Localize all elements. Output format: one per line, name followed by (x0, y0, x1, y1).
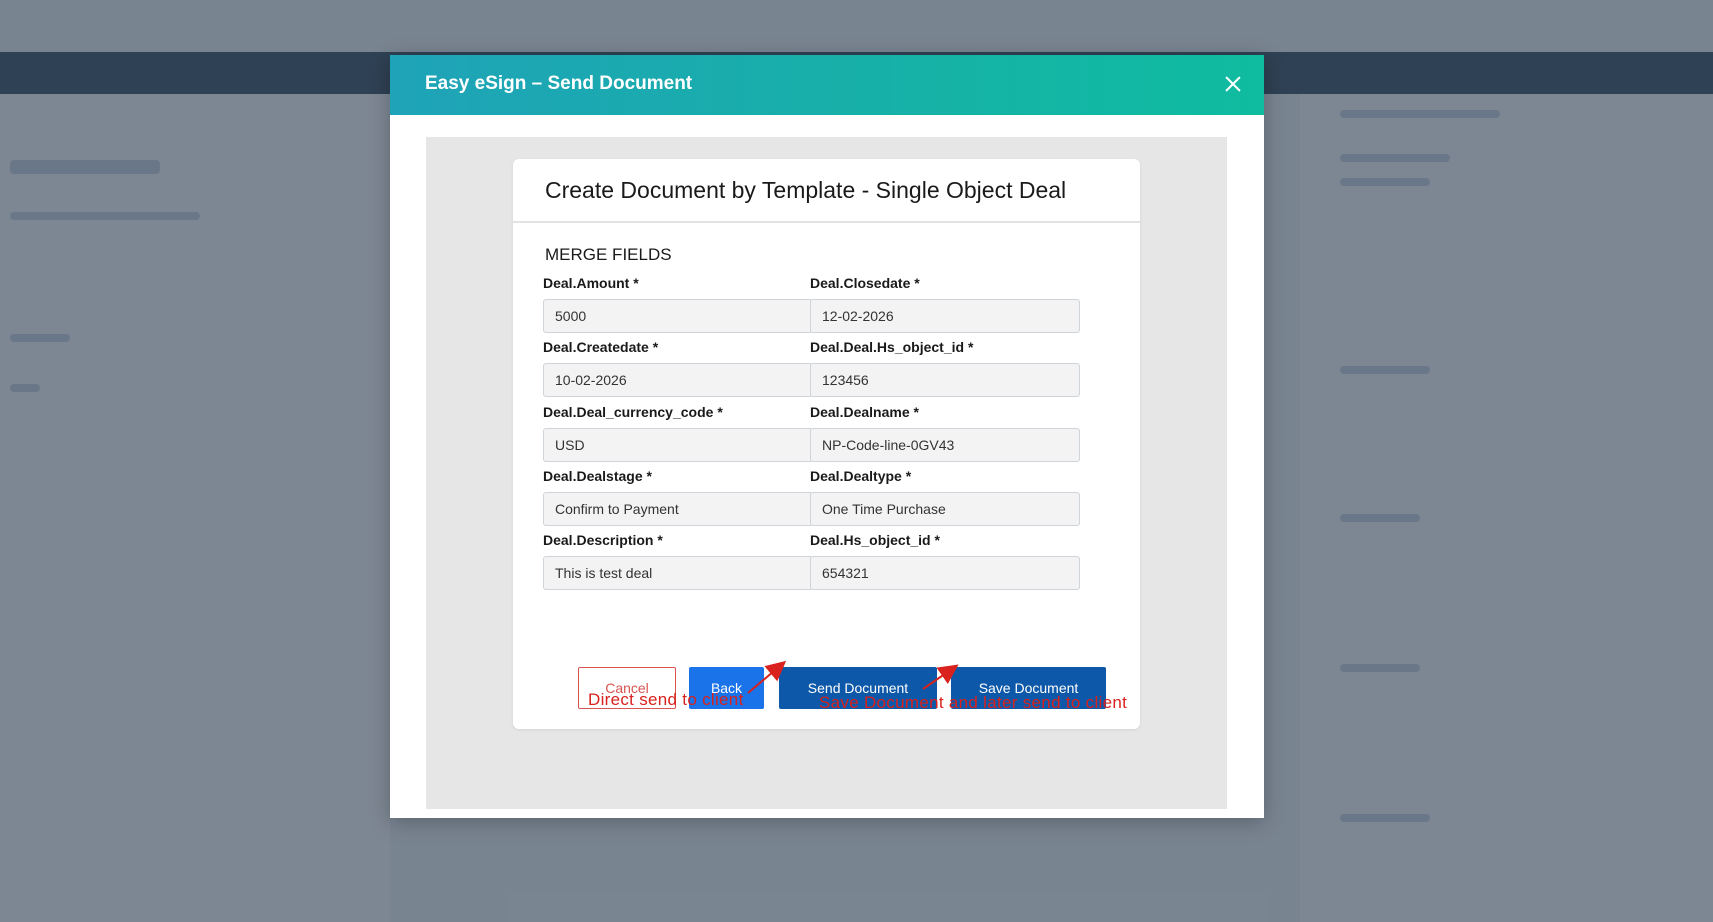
deal-dealtype-input[interactable] (810, 492, 1080, 526)
modal-header: Easy eSign – Send Document (390, 55, 1264, 115)
template-card: Create Document by Template - Single Obj… (513, 159, 1140, 729)
merge-fields-heading: MERGE FIELDS (545, 245, 672, 264)
close-icon[interactable] (1220, 71, 1246, 97)
deal-hs-object-id-input[interactable] (810, 556, 1080, 590)
deal-currency-code-input[interactable] (543, 428, 813, 462)
deal-dealname-input[interactable] (810, 428, 1080, 462)
field-label-deal-dealstage: Deal.Dealstage * (543, 468, 652, 484)
field-label-deal-amount: Deal.Amount * (543, 275, 639, 291)
field-label-deal-currency-code: Deal.Deal_currency_code * (543, 404, 723, 420)
modal-title: Easy eSign – Send Document (425, 73, 693, 94)
send-annotation: Direct send to client (588, 690, 744, 709)
deal-createdate-input[interactable] (543, 363, 813, 397)
deal-dealstage-input[interactable] (543, 492, 813, 526)
send-document-modal: Easy eSign – Send Document Create Docume… (390, 55, 1264, 818)
deal-deal-hs-object-id-input[interactable] (810, 363, 1080, 397)
field-label-deal-dealname: Deal.Dealname * (810, 404, 919, 420)
deal-closedate-input[interactable] (810, 299, 1080, 333)
card-divider (513, 221, 1140, 223)
field-label-deal-closedate: Deal.Closedate * (810, 275, 920, 291)
field-label-deal-description: Deal.Description * (543, 532, 663, 548)
field-label-deal-deal-hs-object-id: Deal.Deal.Hs_object_id * (810, 339, 974, 355)
modal-body: Create Document by Template - Single Obj… (426, 137, 1227, 809)
field-label-deal-dealtype: Deal.Dealtype * (810, 468, 912, 484)
field-label-deal-createdate: Deal.Createdate * (543, 339, 659, 355)
deal-description-input[interactable] (543, 556, 813, 590)
field-label-deal-hs-object-id: Deal.Hs_object_id * (810, 532, 940, 548)
card-title: Create Document by Template - Single Obj… (545, 177, 1067, 203)
deal-amount-input[interactable] (543, 299, 813, 333)
save-annotation: Save Document and later send to client (819, 693, 1128, 712)
